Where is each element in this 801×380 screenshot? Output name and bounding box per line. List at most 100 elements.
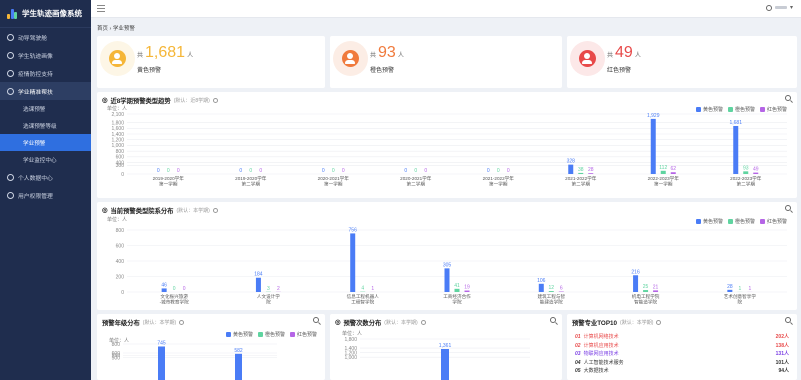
data-label: 0 bbox=[414, 168, 417, 174]
bar[interactable] bbox=[464, 290, 470, 292]
stat-unit: 人 bbox=[187, 53, 194, 59]
sidebar-menu: 动导驾驶舱学生轨迹画像疫情防控支持学业精准帮扶 选课预警选课预警等级学业预警学业监… bbox=[0, 28, 91, 204]
bar[interactable] bbox=[350, 233, 356, 292]
top10-item[interactable]: 05 大数据技术 94人 bbox=[575, 367, 789, 374]
top10-item[interactable]: 04 人工智能技术服务 101人 bbox=[575, 359, 789, 366]
data-label: 49 bbox=[753, 167, 759, 173]
bar[interactable] bbox=[441, 348, 449, 380]
bar[interactable] bbox=[743, 171, 749, 174]
x-tick-label: 第二学期 bbox=[407, 181, 426, 188]
data-label: 0 bbox=[259, 168, 262, 174]
user-menu[interactable]: ▾ bbox=[765, 4, 793, 11]
bar[interactable] bbox=[548, 291, 554, 292]
bar[interactable] bbox=[161, 288, 167, 292]
sidebar-item-6[interactable]: 学业预警 bbox=[0, 134, 91, 151]
app-logo[interactable]: 学生轨迹画像系统 bbox=[0, 0, 91, 28]
sidebar-item-4[interactable]: 选课预警 bbox=[0, 100, 91, 117]
major-count: 94人 bbox=[778, 368, 789, 374]
bar[interactable] bbox=[650, 118, 656, 174]
bar[interactable] bbox=[670, 172, 676, 174]
bar[interactable] bbox=[444, 268, 450, 292]
user-name bbox=[774, 6, 787, 9]
data-label: 0 bbox=[249, 168, 252, 174]
bar[interactable] bbox=[158, 346, 165, 380]
x-tick-label: 能建造学院 bbox=[540, 299, 563, 306]
count-chart: 1,0001,2001,4001,8001,3611次 bbox=[344, 337, 530, 380]
sidebar-item-9[interactable]: 用户权限管理 bbox=[0, 186, 91, 204]
y-tick-label: 800 bbox=[116, 228, 125, 234]
y-tick-label: 1,400 bbox=[111, 132, 124, 138]
x-tick-label: 第二学期 bbox=[242, 181, 261, 188]
data-label: 25 bbox=[643, 284, 649, 290]
sidebar-item-label: 用户权限管理 bbox=[18, 193, 53, 200]
user-warning-icon bbox=[342, 50, 359, 67]
sidebar-item-label: 动导驾驶舱 bbox=[18, 35, 47, 42]
bar[interactable] bbox=[753, 172, 759, 174]
trend-chart-panel: ◎ 近8学期预警类型趋势 (默认：近8学期) 黄色预警 橙色预警 红色预警 单位：人… bbox=[97, 92, 797, 198]
data-label: 112 bbox=[659, 165, 667, 171]
sidebar-item-2[interactable]: 疫情防控支持 bbox=[0, 64, 91, 82]
x-tick-label: 第一学期 bbox=[654, 181, 673, 188]
top10-item[interactable]: 01 计算机网络技术 202人 bbox=[575, 333, 789, 340]
major-name: 大数据技术 bbox=[583, 368, 609, 374]
bar[interactable] bbox=[643, 290, 649, 292]
stat-number: 93 bbox=[378, 44, 396, 61]
bar[interactable] bbox=[255, 277, 261, 292]
data-label: 6 bbox=[560, 286, 563, 292]
sidebar-item-8[interactable]: 个人数据中心 bbox=[0, 168, 91, 186]
top10-item[interactable]: 03 物联网应用技术 131人 bbox=[575, 350, 789, 357]
stat-card-0[interactable]: 共 1,681 人 黄色预警 bbox=[97, 36, 325, 88]
user-warning-icon bbox=[579, 50, 596, 67]
stat-card-2[interactable]: 共 49 人 红色预警 bbox=[567, 36, 797, 88]
grade-chart-panel: 预警年级分布 (默认：本学期) 黄色预警 橙色预警 红色预警 单位：人 500 550… bbox=[97, 314, 325, 380]
sidebar-item-1[interactable]: 学生轨迹画像 bbox=[0, 46, 91, 64]
zoom-icon[interactable] bbox=[785, 317, 791, 323]
bar[interactable] bbox=[454, 288, 460, 292]
x-tick-label: 院 bbox=[266, 299, 271, 306]
major-count: 138人 bbox=[775, 342, 789, 349]
breadcrumb: 首页 › 学业预警 bbox=[97, 26, 135, 32]
data-label: 0 bbox=[424, 168, 427, 174]
y-tick-label: 600 bbox=[116, 243, 125, 249]
stat-number: 1,681 bbox=[145, 44, 186, 61]
help-icon[interactable] bbox=[656, 320, 662, 325]
data-label: 12 bbox=[549, 285, 555, 291]
x-tick-label: 第一学期 bbox=[324, 181, 343, 188]
sidebar-item-3[interactable]: 学业精准帮扶 bbox=[0, 82, 91, 100]
bar[interactable] bbox=[538, 283, 544, 292]
bar[interactable] bbox=[660, 170, 666, 174]
x-tick-label: -城市教育学院 bbox=[160, 299, 189, 306]
data-label: 305 bbox=[443, 262, 452, 268]
bar[interactable] bbox=[568, 164, 574, 174]
sidebar-item-7[interactable]: 学业监控中心 bbox=[0, 151, 91, 168]
y-tick-label: 800 bbox=[112, 342, 121, 348]
menu-toggle-icon[interactable] bbox=[97, 5, 105, 12]
data-label: 0 bbox=[497, 168, 500, 174]
major-count: 131人 bbox=[775, 351, 789, 357]
y-tick-label: 400 bbox=[116, 259, 125, 265]
bar[interactable] bbox=[235, 353, 242, 380]
x-tick-label: 智能造学院 bbox=[634, 299, 657, 306]
y-tick-label: 600 bbox=[112, 351, 121, 357]
y-tick-label: 2,100 bbox=[111, 112, 124, 118]
bar[interactable] bbox=[733, 125, 739, 174]
sidebar-item-label: 选课预警等级 bbox=[23, 123, 57, 130]
bar[interactable] bbox=[588, 173, 594, 174]
top-bar: ▾ bbox=[91, 0, 801, 18]
bar[interactable] bbox=[653, 290, 659, 292]
sidebar-item-label: 学业监控中心 bbox=[23, 157, 57, 164]
stat-prefix: 共 bbox=[370, 53, 377, 59]
stat-card-1[interactable]: 共 93 人 橙色预警 bbox=[330, 36, 562, 88]
bar[interactable] bbox=[633, 275, 639, 292]
sidebar-item-5[interactable]: 选课预警等级 bbox=[0, 117, 91, 134]
bar[interactable] bbox=[727, 289, 733, 292]
sidebar-item-label: 疫情防控支持 bbox=[18, 71, 53, 78]
sidebar: 学生轨迹画像系统 动导驾驶舱学生轨迹画像疫情防控支持学业精准帮扶 选课预警选课预警… bbox=[0, 0, 91, 380]
stat-label: 黄色预警 bbox=[137, 68, 162, 74]
bar[interactable] bbox=[578, 172, 584, 174]
top10-item[interactable]: 02 计算机应用技术 138人 bbox=[575, 342, 789, 349]
sidebar-item-0[interactable]: 动导驾驶舱 bbox=[0, 28, 91, 46]
stat-unit: 人 bbox=[634, 53, 641, 59]
data-label: 0 bbox=[507, 168, 510, 174]
stat-unit: 人 bbox=[397, 53, 404, 59]
